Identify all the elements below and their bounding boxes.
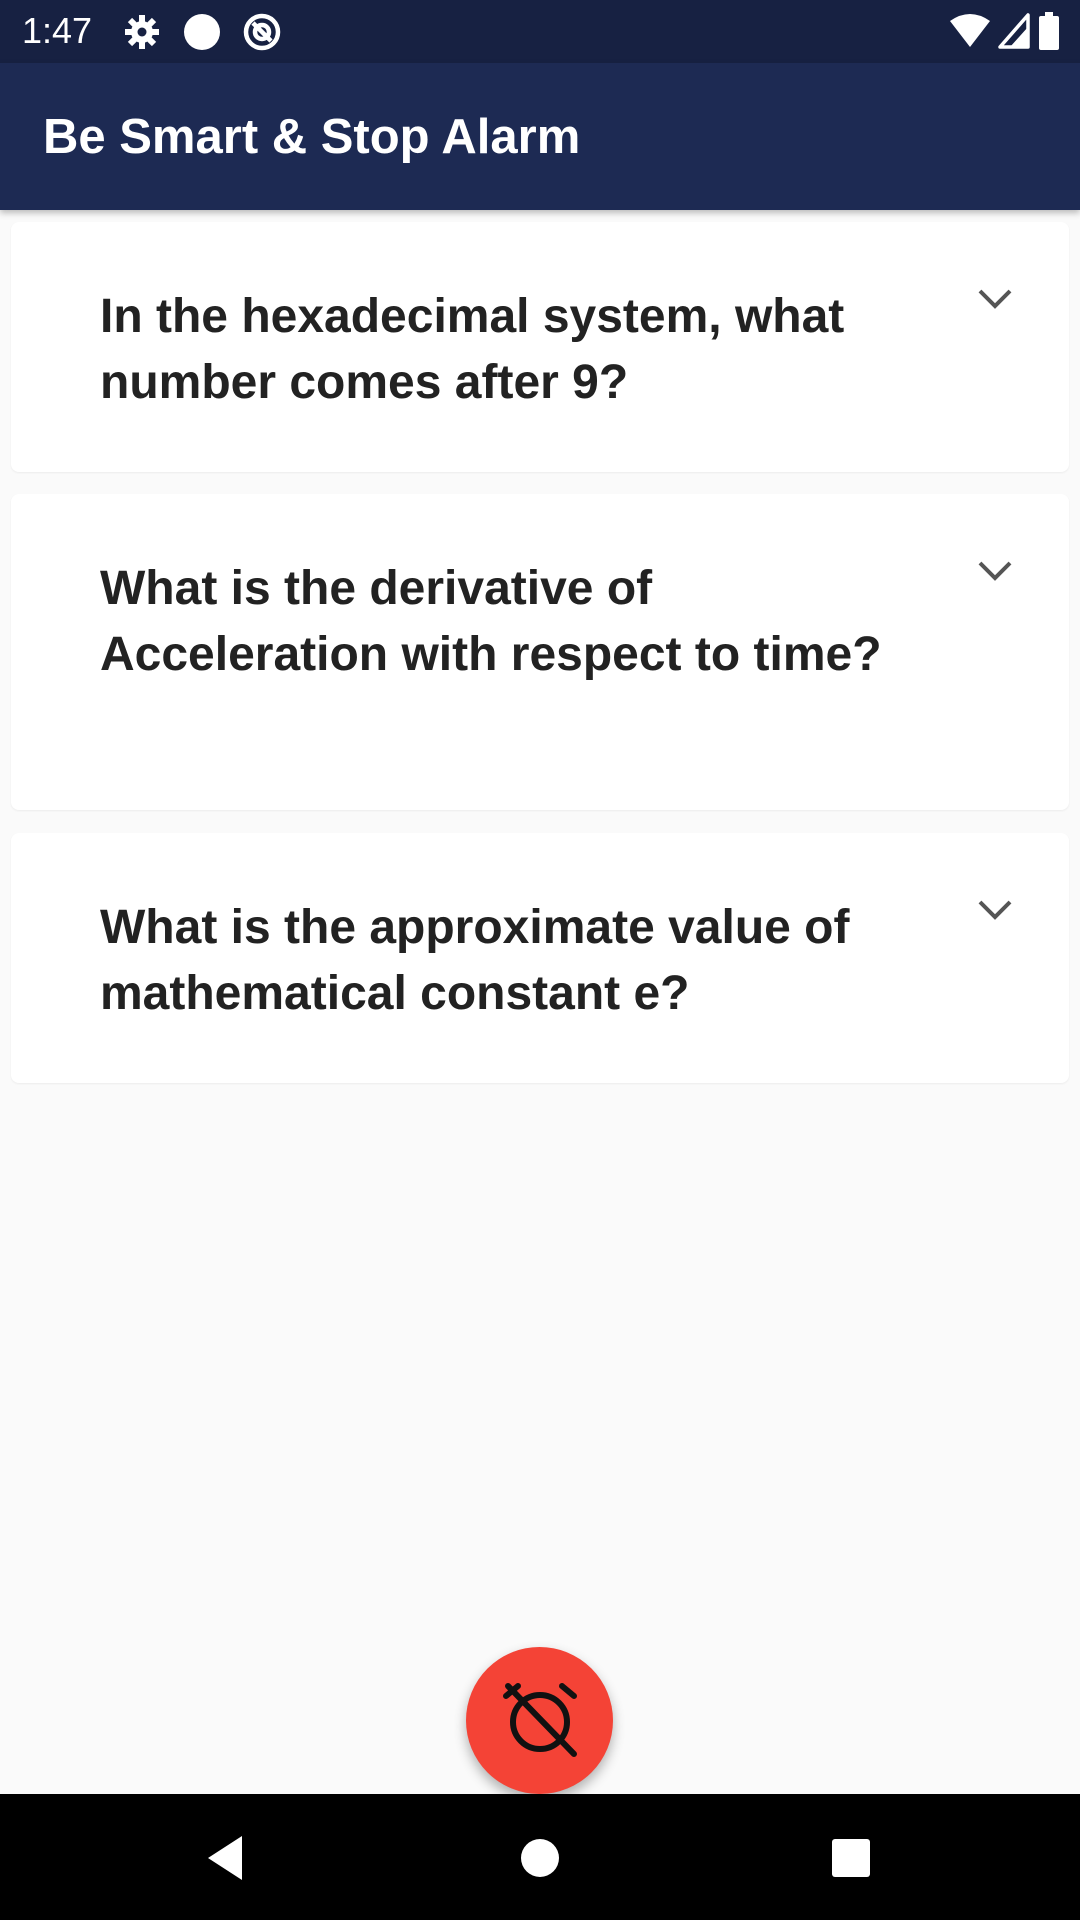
recents-icon[interactable]: [823, 1830, 879, 1886]
gear-icon: [122, 12, 162, 52]
wifi-icon: [950, 13, 990, 54]
chevron-down-icon[interactable]: [977, 560, 1013, 582]
stop-alarm-button[interactable]: [466, 1647, 613, 1794]
circle-icon: [182, 12, 222, 52]
question-text: What is the derivative of Acceleration w…: [100, 562, 882, 681]
navigation-bar: [0, 1794, 1080, 1920]
at-icon: [242, 12, 282, 52]
question-card[interactable]: In the hexadecimal system, what number c…: [11, 222, 1069, 472]
status-system-icons: [942, 12, 1060, 55]
cell-signal-icon: [998, 13, 1030, 54]
battery-icon: [1038, 12, 1060, 55]
alarm-off-icon: [498, 1676, 582, 1765]
question-card[interactable]: What is the derivative of Acceleration w…: [11, 494, 1069, 810]
status-notification-icons: [122, 12, 302, 52]
app-title: Be Smart & Stop Alarm: [43, 110, 581, 164]
question-card[interactable]: What is the approximate value of mathema…: [11, 833, 1069, 1083]
question-text: What is the approximate value of mathema…: [100, 901, 850, 1020]
status-time: 1:47: [22, 10, 93, 51]
home-icon[interactable]: [512, 1830, 568, 1886]
question-text: In the hexadecimal system, what number c…: [100, 290, 845, 409]
back-icon[interactable]: [200, 1830, 256, 1886]
status-bar: 1:47: [0, 0, 1080, 63]
chevron-down-icon[interactable]: [977, 288, 1013, 310]
app-bar: Be Smart & Stop Alarm: [0, 63, 1080, 210]
chevron-down-icon[interactable]: [977, 899, 1013, 921]
